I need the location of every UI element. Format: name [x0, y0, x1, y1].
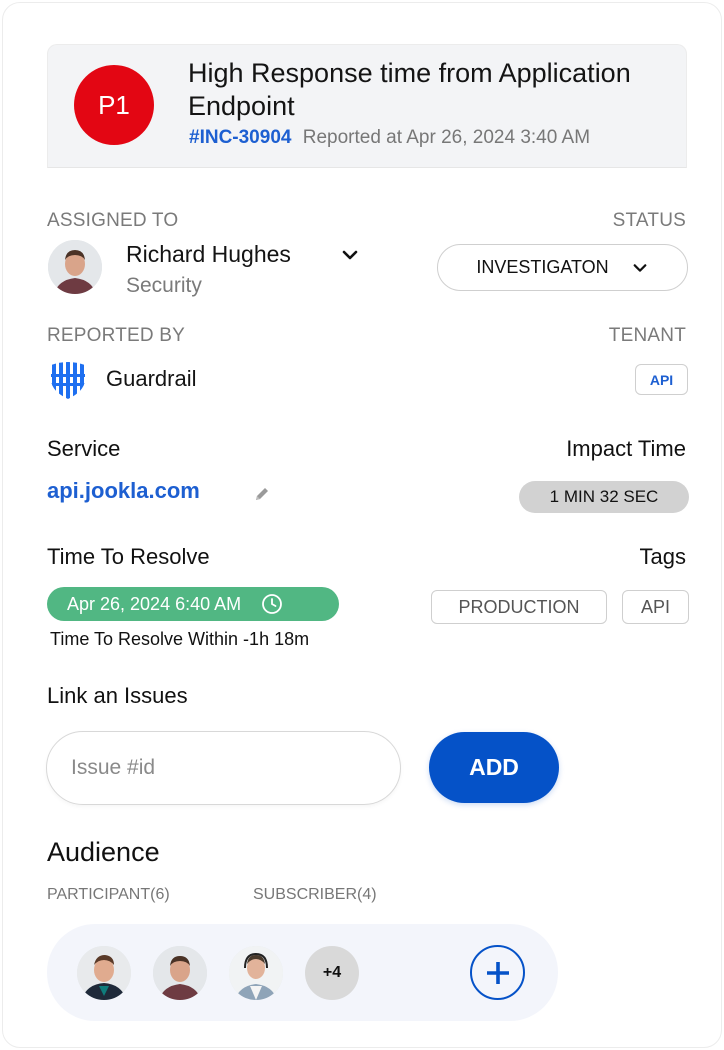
add-issue-button[interactable]: ADD: [429, 732, 559, 803]
impact-time-badge: 1 MIN 32 SEC: [519, 481, 689, 513]
reported-at: Reported at Apr 26, 2024 3:40 AM: [302, 127, 591, 148]
incident-meta: #INC-30904 Reported at Apr 26, 2024 3:40…: [189, 127, 590, 149]
reported-by-label: REPORTED BY: [47, 325, 186, 346]
service-label: Service: [47, 436, 121, 461]
tab-participants[interactable]: PARTICIPANT(6): [47, 886, 170, 904]
participant-avatar[interactable]: [77, 946, 131, 1000]
participant-avatar[interactable]: [153, 946, 207, 1000]
status-value: INVESTIGATON: [476, 257, 609, 277]
impact-time-label: Impact Time: [566, 436, 686, 461]
resolve-deadline: Apr 26, 2024 6:40 AM: [67, 593, 242, 614]
plus-icon: [486, 961, 509, 984]
link-issue-label: Link an Issues: [47, 683, 188, 708]
participant-avatar[interactable]: [229, 946, 283, 1000]
resolve-deadline-badge: Apr 26, 2024 6:40 AM: [47, 587, 339, 621]
status-label: STATUS: [612, 210, 686, 231]
tag-production[interactable]: PRODUCTION: [431, 590, 607, 624]
incident-header: P1 High Response time from Application E…: [47, 44, 687, 168]
assignee-avatar: [48, 240, 102, 294]
status-dropdown[interactable]: INVESTIGATON: [437, 244, 688, 291]
more-participants-badge[interactable]: +4: [305, 946, 359, 1000]
resolve-within-text: Time To Resolve Within -1h 18m: [50, 629, 310, 649]
add-participant-button[interactable]: [470, 945, 525, 1000]
tenant-label: TENANT: [608, 325, 686, 346]
audience-title: Audience: [47, 837, 160, 867]
chevron-down-icon[interactable]: [340, 247, 360, 263]
clock-icon: [262, 594, 283, 614]
priority-badge: P1: [74, 65, 154, 145]
incident-title: High Response time from Application Endp…: [188, 58, 631, 121]
incident-card: P1 High Response time from Application E…: [2, 2, 722, 1048]
chevron-down-icon: [633, 263, 647, 272]
issue-id-input[interactable]: [46, 731, 401, 805]
assigned-label: ASSIGNED TO: [47, 210, 179, 231]
guardrail-logo-icon: [51, 362, 85, 399]
service-link[interactable]: api.jookla.com: [47, 478, 200, 504]
tab-subscribers[interactable]: SUBSCRIBER(4): [253, 886, 377, 904]
assignee-team: Security: [126, 274, 202, 297]
time-to-resolve-label: Time To Resolve: [47, 544, 210, 569]
edit-pencil-icon[interactable]: [253, 485, 271, 503]
assignee-name[interactable]: Richard Hughes: [126, 241, 291, 268]
incident-id-link[interactable]: #INC-30904: [189, 127, 291, 148]
tag-api[interactable]: API: [622, 590, 689, 624]
reporter-name: Guardrail: [106, 366, 197, 391]
tenant-badge: API: [635, 364, 688, 395]
tags-label: Tags: [639, 544, 686, 569]
